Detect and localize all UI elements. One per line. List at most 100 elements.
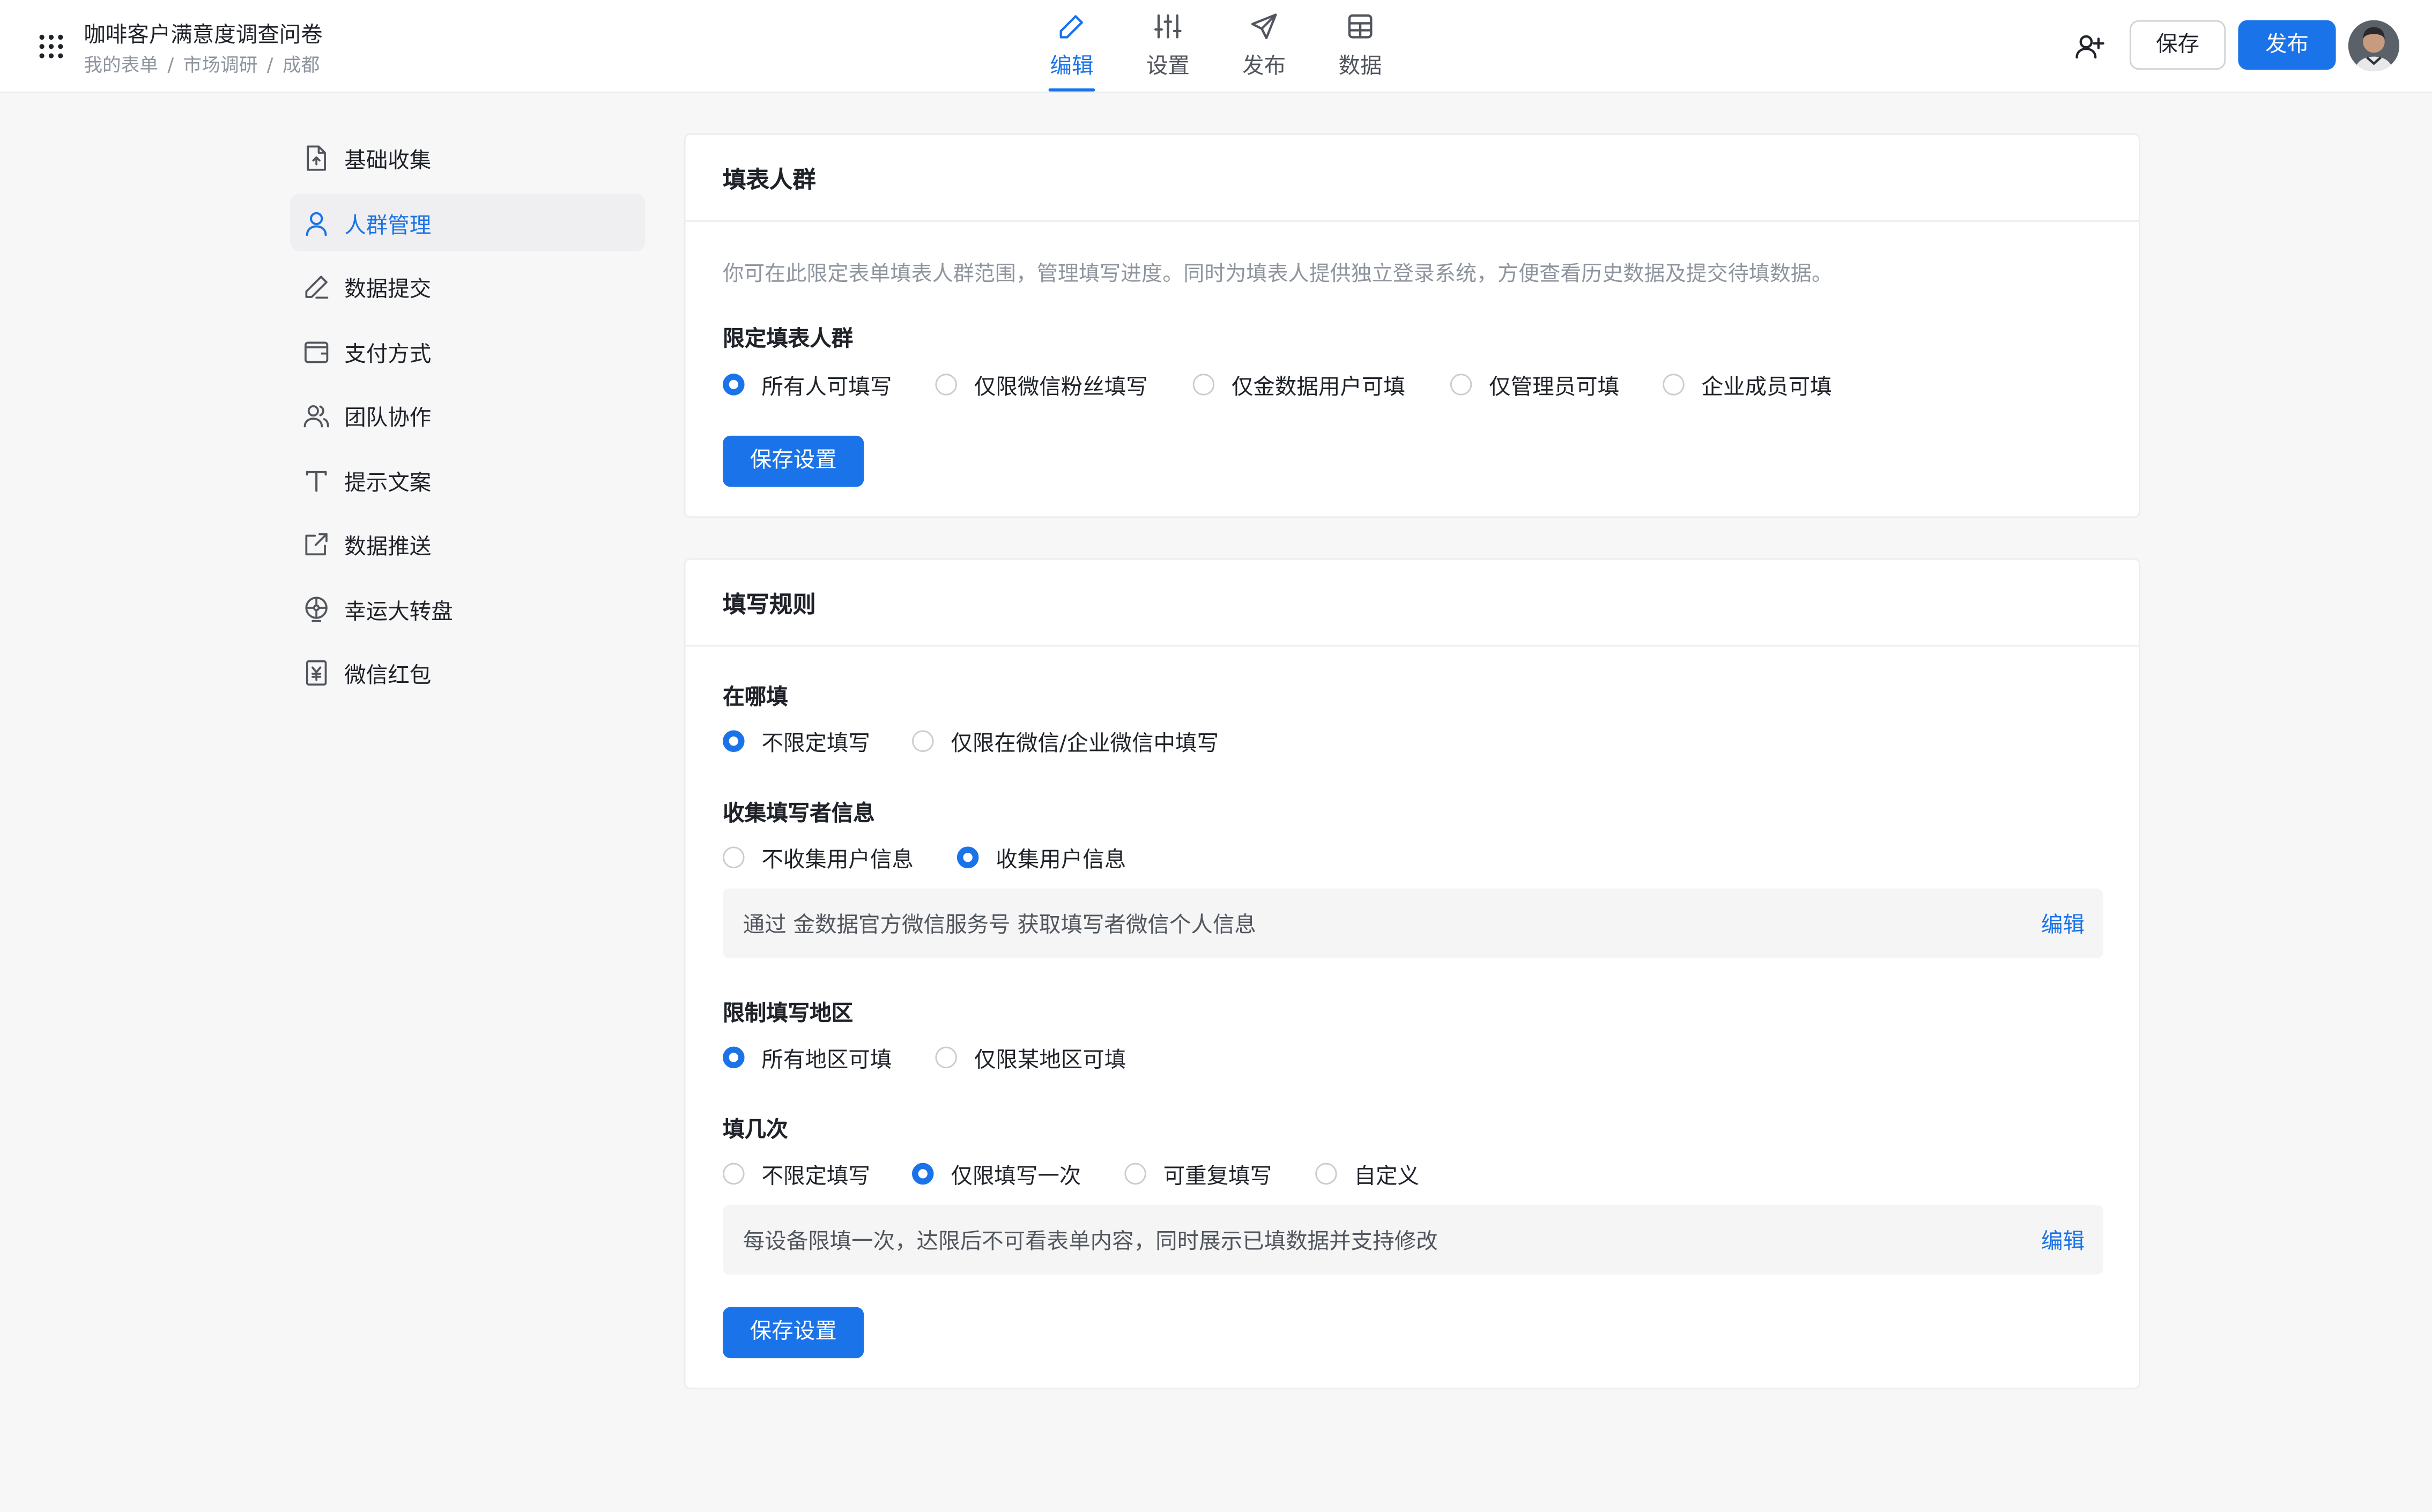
external-link-icon (305, 533, 328, 556)
radio-dot (935, 373, 957, 395)
radio-label: 不限定填写 (761, 732, 870, 757)
tab-label: 数据 (1338, 54, 1382, 79)
times-info-box: 每设备限填一次，达限后不可看表单内容，同时展示已填数据并支持修改 编辑 (723, 1204, 2103, 1275)
breadcrumb-item-market-research[interactable]: 市场调研 (183, 54, 258, 76)
tab-edit[interactable]: 编辑 (1027, 0, 1117, 92)
tab-label: 编辑 (1050, 54, 1094, 79)
user-avatar-icon (2348, 20, 2400, 72)
pen-icon (1059, 15, 1083, 39)
radio-dot (935, 1046, 957, 1068)
sidebar-item-label: 数据推送 (344, 535, 432, 560)
breadcrumb-item-chengdu[interactable]: 成都 (283, 54, 320, 76)
radio-label: 仅限填写一次 (951, 1164, 1081, 1189)
publish-button[interactable]: 发布 (2238, 20, 2336, 70)
file-upload-icon (307, 145, 326, 171)
tab-label: 设置 (1146, 54, 1190, 79)
radio-dot (912, 1162, 934, 1184)
fill-rules-card: 填写规则 在哪填 不限定填写 仅限在微信/企业微信中填写 收集填写者信息 不收集… (684, 558, 2141, 1389)
times-edit-link[interactable]: 编辑 (2041, 1225, 2085, 1256)
radio-dot (723, 373, 745, 395)
app-root: 咖啡客户满意度调查问卷 我的表单 / 市场调研 / 成都 编辑 设置 发布 数据… (0, 0, 2432, 1512)
times-field-label: 填几次 (723, 1118, 788, 1143)
collect-edit-link[interactable]: 编辑 (2041, 908, 2085, 940)
radio-label: 收集用户信息 (996, 848, 1126, 873)
radio-label: 所有人可填写 (761, 375, 892, 400)
active-tab-indicator (1048, 88, 1095, 92)
collect-field-label: 收集填写者信息 (723, 801, 875, 826)
card-title: 填写规则 (723, 591, 816, 619)
radio-dot (912, 729, 934, 751)
breadcrumb-separator: / (266, 54, 273, 76)
tab-label: 发布 (1242, 54, 1286, 79)
users-icon (303, 405, 329, 428)
audience-field-label: 限定填表人群 (723, 327, 854, 352)
sidebar-item-data-submit[interactable]: 数据提交 (290, 257, 645, 315)
where-field-label: 在哪填 (723, 685, 788, 710)
breadcrumb-item-my-forms[interactable]: 我的表单 (84, 54, 158, 76)
sidebar-item-basic-collection[interactable]: 基础收集 (290, 129, 645, 186)
radio-label: 可重复填写 (1163, 1164, 1272, 1189)
sidebar-item-wechat-red-packet[interactable]: 微信红包 (290, 644, 645, 701)
radio-dot (1192, 373, 1215, 395)
radio-label: 不限定填写 (761, 1164, 870, 1189)
region-field-label: 限制填写地区 (723, 1001, 854, 1027)
sidebar-item-data-push[interactable]: 数据推送 (290, 515, 645, 572)
radio-dot (1124, 1162, 1146, 1184)
sidebar-item-prompt-text[interactable]: 提示文案 (290, 450, 645, 508)
pencil-icon (305, 275, 329, 299)
sidebar-item-audience[interactable]: 人群管理 (290, 193, 646, 251)
sliders-icon (1154, 14, 1182, 39)
send-icon (1251, 13, 1277, 40)
sidebar-item-label: 人群管理 (344, 213, 432, 239)
sidebar-item-label: 支付方式 (344, 341, 432, 367)
collect-info-text: 通过 金数据官方微信服务号 获取填写者微信个人信息 (743, 913, 1256, 939)
radio-label: 不收集用户信息 (761, 848, 914, 873)
add-collaborator-icon[interactable] (2074, 31, 2105, 62)
save-settings-button[interactable]: 保存设置 (723, 1307, 864, 1359)
sidebar-item-lucky-wheel[interactable]: 幸运大转盘 (290, 579, 645, 636)
radio-label: 仅管理员可填 (1489, 375, 1620, 400)
save-settings-button[interactable]: 保存设置 (723, 435, 864, 487)
text-icon (306, 470, 327, 491)
top-header: 咖啡客户满意度调查问卷 我的表单 / 市场调研 / 成都 编辑 设置 发布 数据… (0, 0, 2432, 93)
form-title: 咖啡客户满意度调查问卷 (84, 23, 323, 48)
sidebar-item-team[interactable]: 团队协作 (290, 386, 645, 443)
radio-dot (1663, 373, 1685, 395)
radio-dot (1450, 373, 1472, 395)
audience-card: 填表人群 你可在此限定表单填表人群范围，管理填写进度。同时为填表人提供独立登录系… (684, 133, 2141, 518)
breadcrumb: 我的表单 / 市场调研 / 成都 (84, 51, 320, 77)
sidebar-item-label: 提示文案 (344, 470, 432, 496)
red-packet-icon (306, 660, 327, 686)
wallet-icon (305, 340, 329, 362)
apps-grid-icon[interactable] (37, 33, 65, 61)
card-header: 填表人群 (685, 135, 2139, 222)
times-info-text: 每设备限填一次，达限后不可看表单内容，同时展示已填数据并支持修改 (743, 1230, 1438, 1255)
save-button[interactable]: 保存 (2129, 20, 2226, 70)
radio-dot (723, 729, 745, 751)
sidebar-item-label: 团队协作 (344, 406, 432, 431)
breadcrumb-separator: / (167, 54, 174, 76)
collect-info-box: 通过 金数据官方微信服务号 获取填写者微信个人信息 编辑 (723, 888, 2103, 958)
radio-dot (957, 846, 979, 868)
radio-dot (723, 846, 745, 868)
radio-dot (723, 1162, 745, 1184)
avatar[interactable] (2348, 20, 2400, 72)
radio-label: 企业成员可填 (1701, 375, 1832, 400)
card-header: 填写规则 (685, 560, 2139, 647)
tab-publish[interactable]: 发布 (1219, 0, 1309, 92)
sidebar-item-label: 数据提交 (344, 277, 432, 303)
settings-sidebar: 基础收集 人群管理 数据提交 支付方式 团队协作 提示文案 数据推送 幸运大转盘… (290, 129, 646, 707)
radio-label: 仅限微信粉丝填写 (974, 375, 1148, 400)
radio-label: 仅金数据用户可填 (1231, 375, 1405, 400)
sidebar-item-label: 微信红包 (344, 664, 432, 689)
sidebar-item-label: 基础收集 (344, 148, 432, 174)
radio-dot (723, 1046, 745, 1068)
sidebar-item-label: 幸运大转盘 (344, 599, 453, 624)
sidebar-item-payment[interactable]: 支付方式 (290, 322, 645, 379)
radio-label: 自定义 (1354, 1164, 1419, 1189)
card-title: 填表人群 (723, 166, 816, 194)
tab-data[interactable]: 数据 (1315, 0, 1405, 92)
tab-settings[interactable]: 设置 (1123, 0, 1213, 92)
audience-description: 你可在此限定表单填表人群范围，管理填写进度。同时为填表人提供独立登录系统，方便查… (723, 262, 1833, 287)
wheel-icon (305, 595, 328, 622)
